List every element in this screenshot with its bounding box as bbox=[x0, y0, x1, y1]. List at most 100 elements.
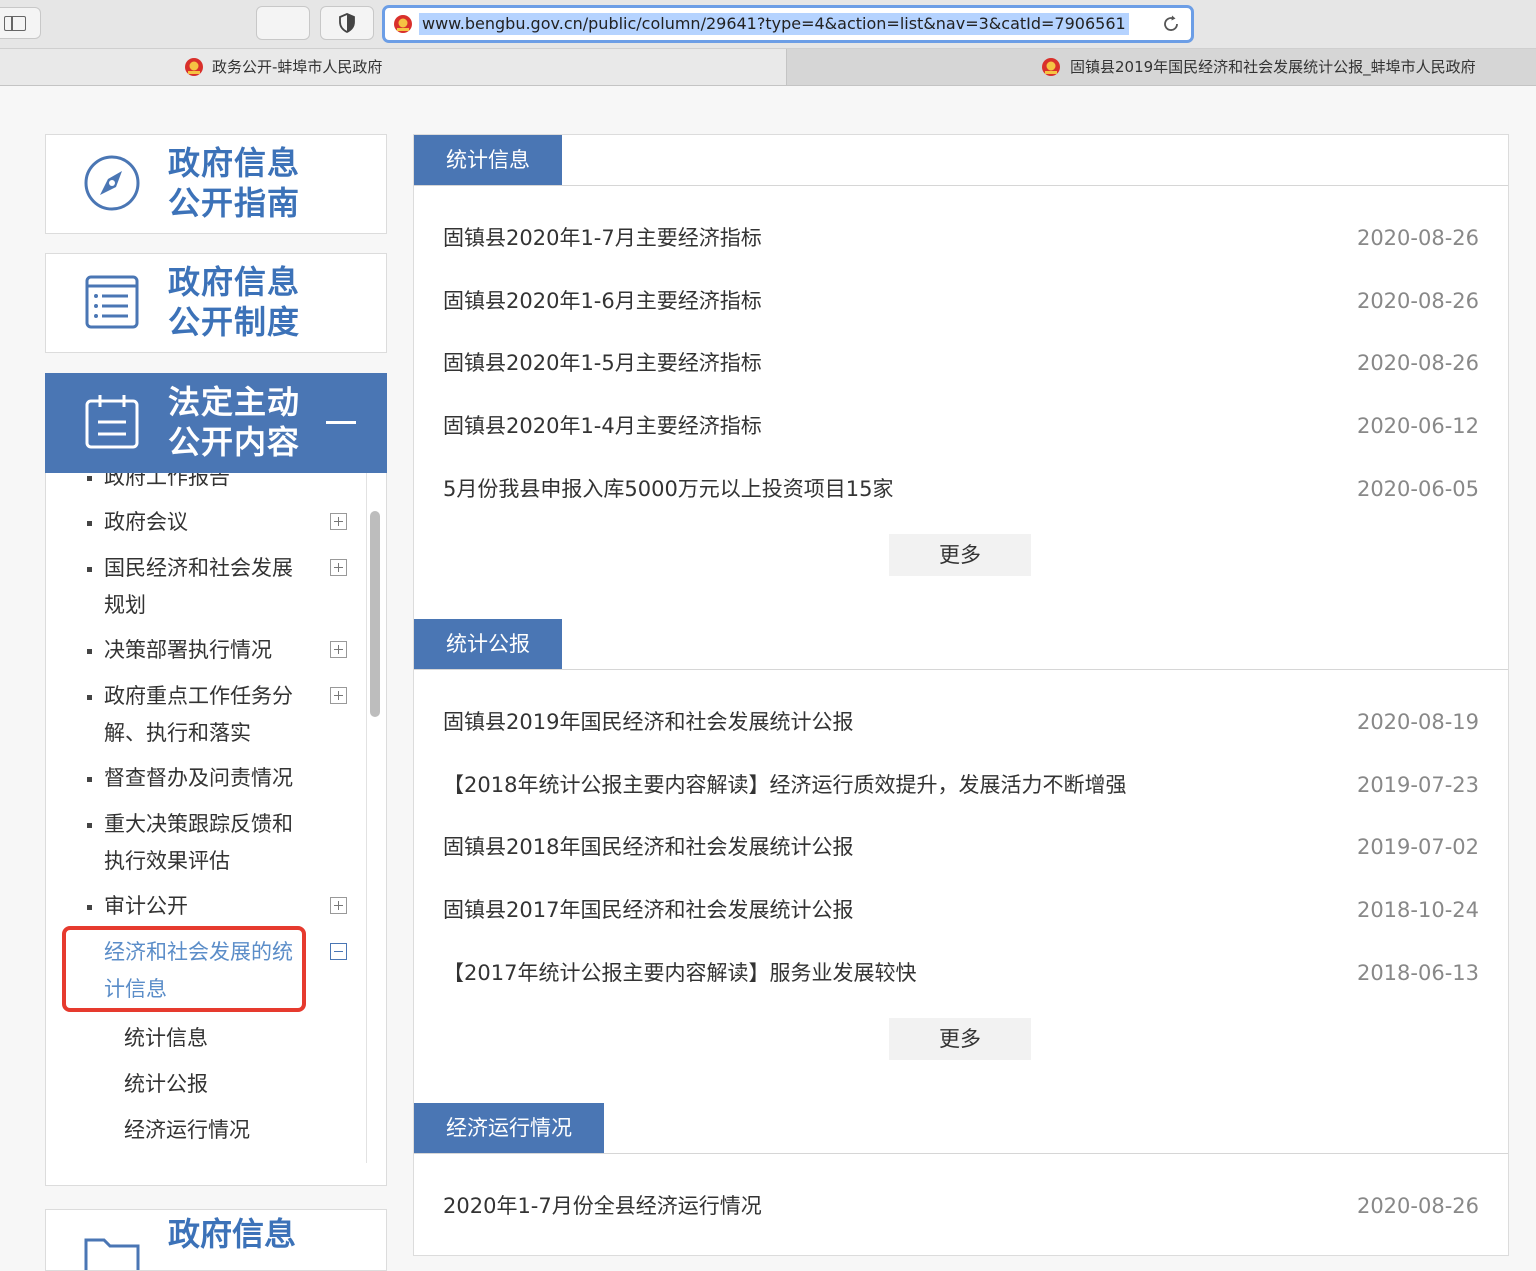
reload-icon[interactable] bbox=[1161, 14, 1181, 34]
shield-icon bbox=[339, 13, 355, 33]
sub-item-stat-info[interactable]: 统计信息 bbox=[124, 1020, 208, 1057]
sidebar-icon bbox=[4, 16, 26, 31]
tree-scroll-area[interactable]: 政府工作报告 政府会议 国民经济和社会发展规划 决策部署执行情况 政府重点工作任… bbox=[46, 473, 366, 1163]
section-title[interactable]: 经济运行情况 bbox=[414, 1103, 604, 1153]
item-title[interactable]: 固镇县2020年1-5月主要经济指标 bbox=[443, 343, 762, 383]
list-item[interactable]: 固镇县2020年1-6月主要经济指标 2020-08-26 bbox=[443, 281, 1479, 321]
bullet bbox=[87, 777, 92, 782]
expand-plus-icon[interactable] bbox=[330, 641, 347, 658]
bullet bbox=[87, 567, 92, 572]
section-title[interactable]: 统计信息 bbox=[414, 135, 562, 185]
expand-plus-icon[interactable] bbox=[330, 559, 347, 576]
item-date: 2020-08-26 bbox=[1356, 226, 1479, 250]
item-date: 2018-10-24 bbox=[1356, 898, 1479, 922]
tree-item-label: 政府会议 bbox=[104, 510, 188, 534]
sidebar-tree: 政府工作报告 政府会议 国民经济和社会发展规划 决策部署执行情况 政府重点工作任… bbox=[45, 473, 387, 1186]
gov-emblem-icon bbox=[394, 15, 412, 33]
item-title[interactable]: 固镇县2020年1-6月主要经济指标 bbox=[443, 281, 762, 321]
item-date: 2020-08-19 bbox=[1356, 710, 1479, 734]
list-item[interactable]: 固镇县2019年国民经济和社会发展统计公报 2020-08-19 bbox=[443, 702, 1479, 742]
card-title: 政府信息 公开指南 bbox=[168, 144, 301, 222]
bullet bbox=[87, 823, 92, 828]
collapse-icon[interactable] bbox=[326, 421, 356, 424]
privacy-report-button[interactable] bbox=[320, 6, 374, 40]
sub-item-economic-operation[interactable]: 经济运行情况 bbox=[124, 1112, 250, 1149]
expand-plus-icon[interactable] bbox=[330, 897, 347, 914]
card-title: 政府信息 bbox=[168, 1215, 297, 1253]
gov-emblem-icon bbox=[185, 58, 203, 76]
collapse-minus-icon[interactable] bbox=[330, 943, 347, 960]
bullet bbox=[87, 521, 92, 526]
item-title[interactable]: 固镇县2019年国民经济和社会发展统计公报 bbox=[443, 702, 853, 742]
list-item[interactable]: 5月份我县申报入库5000万元以上投资项目15家 2020-06-05 bbox=[443, 469, 1479, 509]
address-bar[interactable]: www.bengbu.gov.cn/public/column/29641?ty… bbox=[382, 5, 1194, 43]
page-content: 政府信息 公开指南 政府信息 公开制度 法定主动 公开内容 政府工作报告 政府会… bbox=[0, 86, 1536, 1271]
expand-plus-icon[interactable] bbox=[330, 687, 347, 704]
tree-item-label: 决策部署执行情况 bbox=[104, 638, 272, 662]
sidebar-card-bottom[interactable]: 政府信息 bbox=[45, 1209, 387, 1271]
section-header: 统计公报 bbox=[414, 619, 1508, 670]
list-item[interactable]: 固镇县2020年1-4月主要经济指标 2020-06-12 bbox=[443, 406, 1479, 446]
sidebar-card-guide[interactable]: 政府信息 公开指南 bbox=[45, 134, 387, 234]
sub-item-stat-bulletin[interactable]: 统计公报 bbox=[124, 1066, 208, 1103]
tab-title: 固镇县2019年国民经济和社会发展统计公报_蚌埠市人民政府 bbox=[1070, 58, 1476, 76]
expand-plus-icon[interactable] bbox=[330, 513, 347, 530]
item-title[interactable]: 2020年1-7月份全县经济运行情况 bbox=[443, 1186, 762, 1226]
item-date: 2020-08-26 bbox=[1356, 289, 1479, 313]
folder-icon bbox=[84, 1238, 140, 1270]
browser-tab-bulletin[interactable]: 固镇县2019年国民经济和社会发展统计公报_蚌埠市人民政府 bbox=[787, 49, 1536, 85]
item-title[interactable]: 【2017年统计公报主要内容解读】服务业发展较快 bbox=[443, 953, 916, 993]
item-title[interactable]: 固镇县2017年国民经济和社会发展统计公报 bbox=[443, 890, 853, 930]
list-item[interactable]: 固镇县2018年国民经济和社会发展统计公报 2019-07-02 bbox=[443, 827, 1479, 867]
browser-toolbar: www.bengbu.gov.cn/public/column/29641?ty… bbox=[0, 0, 1536, 49]
bullet bbox=[87, 905, 92, 910]
list-item[interactable]: 固镇县2017年国民经济和社会发展统计公报 2018-10-24 bbox=[443, 890, 1479, 930]
document-list-icon bbox=[85, 275, 139, 329]
highlight-annotation bbox=[62, 926, 306, 1012]
tree-item-label: 政府工作报告 bbox=[104, 473, 230, 489]
item-title[interactable]: 固镇县2018年国民经济和社会发展统计公报 bbox=[443, 827, 853, 867]
sidebar-card-content[interactable]: 法定主动 公开内容 bbox=[45, 373, 387, 473]
tab-title: 政务公开-蚌埠市人民政府 bbox=[212, 58, 383, 76]
gov-emblem-icon bbox=[1042, 58, 1060, 76]
item-title[interactable]: 【2018年统计公报主要内容解读】经济运行质效提升，发展活力不断增强 bbox=[443, 765, 1126, 805]
tree-item-label: 督查督办及问责情况 bbox=[104, 766, 293, 790]
list-item[interactable]: 【2018年统计公报主要内容解读】经济运行质效提升，发展活力不断增强 2019-… bbox=[443, 765, 1479, 805]
item-date: 2020-06-12 bbox=[1356, 414, 1479, 438]
sidebar-card-system[interactable]: 政府信息 公开制度 bbox=[45, 253, 387, 353]
item-date: 2019-07-23 bbox=[1356, 773, 1479, 797]
tab-bar: 政务公开-蚌埠市人民政府 固镇县2019年国民经济和社会发展统计公报_蚌埠市人民… bbox=[0, 49, 1536, 86]
tree-item-label: 政府重点工作任务分解、执行和落实 bbox=[104, 684, 293, 745]
section-header: 统计信息 bbox=[414, 135, 1508, 186]
item-date: 2019-07-02 bbox=[1356, 835, 1479, 859]
clipboard-icon bbox=[85, 395, 139, 449]
list-item[interactable]: 2020年1-7月份全县经济运行情况 2020-08-26 bbox=[443, 1186, 1479, 1226]
main-content: 统计信息 固镇县2020年1-7月主要经济指标 2020-08-26 固镇县20… bbox=[413, 134, 1509, 1256]
item-title[interactable]: 固镇县2020年1-7月主要经济指标 bbox=[443, 218, 762, 258]
section-header: 经济运行情况 bbox=[414, 1103, 1508, 1154]
scrollbar-track bbox=[366, 473, 367, 1163]
compass-icon bbox=[84, 155, 140, 211]
item-title[interactable]: 5月份我县申报入库5000万元以上投资项目15家 bbox=[443, 469, 894, 509]
card-title: 政府信息 公开制度 bbox=[168, 263, 301, 341]
tree-item-label: 重大决策跟踪反馈和执行效果评估 bbox=[104, 812, 293, 873]
toolbar-blank-button[interactable] bbox=[256, 6, 310, 40]
item-title[interactable]: 固镇县2020年1-4月主要经济指标 bbox=[443, 406, 762, 446]
bullet bbox=[87, 649, 92, 654]
url-text[interactable]: www.bengbu.gov.cn/public/column/29641?ty… bbox=[419, 13, 1129, 35]
item-date: 2020-08-26 bbox=[1356, 351, 1479, 375]
more-button[interactable]: 更多 bbox=[889, 534, 1031, 576]
list-item[interactable]: 固镇县2020年1-5月主要经济指标 2020-08-26 bbox=[443, 343, 1479, 383]
more-button[interactable]: 更多 bbox=[889, 1018, 1031, 1060]
browser-tab-gov-affairs[interactable]: 政务公开-蚌埠市人民政府 bbox=[0, 49, 787, 85]
list-item[interactable]: 固镇县2020年1-7月主要经济指标 2020-08-26 bbox=[443, 218, 1479, 258]
tree-item-label: 审计公开 bbox=[104, 894, 188, 918]
item-date: 2020-08-26 bbox=[1356, 1194, 1479, 1218]
item-date: 2018-06-13 bbox=[1356, 961, 1479, 985]
bullet bbox=[87, 476, 92, 481]
sidebar-toggle-button[interactable] bbox=[0, 7, 41, 39]
list-item[interactable]: 【2017年统计公报主要内容解读】服务业发展较快 2018-06-13 bbox=[443, 953, 1479, 993]
scrollbar-thumb[interactable] bbox=[370, 511, 380, 717]
section-title[interactable]: 统计公报 bbox=[414, 619, 562, 669]
tree-item-label: 国民经济和社会发展规划 bbox=[104, 556, 293, 617]
